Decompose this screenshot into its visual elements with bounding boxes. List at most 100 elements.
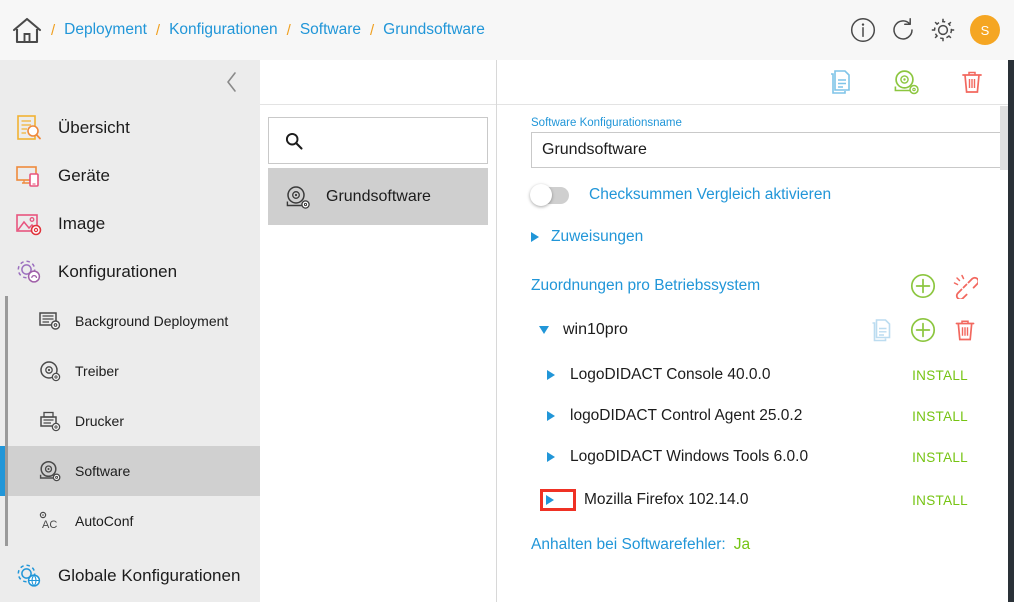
detail-panel: Software Konfigurationsname Checksummen … bbox=[497, 60, 1008, 602]
overview-icon bbox=[14, 113, 44, 143]
software-disk-icon bbox=[284, 184, 312, 210]
chevron-right-icon bbox=[547, 370, 555, 380]
configuration-name-input[interactable] bbox=[531, 132, 1001, 168]
sidebar-item-label: Image bbox=[58, 214, 106, 233]
list-panel-header bbox=[260, 60, 496, 105]
sidebar-item-background-deployment[interactable]: Background Deployment bbox=[0, 296, 260, 346]
sidebar-item-globale-konfigurationen[interactable]: Globale Konfigurationen bbox=[0, 552, 260, 600]
add-plus-icon[interactable] bbox=[910, 317, 936, 343]
breadcrumb-separator-1: / bbox=[155, 21, 161, 39]
breadcrumb-item-software[interactable]: Software bbox=[300, 21, 361, 39]
sidebar-item-label: Konfigurationen bbox=[58, 262, 178, 281]
window-edge bbox=[1008, 60, 1014, 602]
name-field-label: Software Konfigurationsname bbox=[531, 117, 682, 129]
add-plus-icon[interactable] bbox=[910, 273, 936, 299]
breadcrumb-separator-3: / bbox=[370, 21, 375, 39]
broken-link-icon[interactable] bbox=[952, 273, 978, 299]
search-input[interactable] bbox=[303, 132, 492, 149]
os-assignments-header: Zuordnungen pro Betriebssystem bbox=[531, 273, 994, 299]
sidebar-item-image[interactable]: Image bbox=[0, 200, 260, 248]
search-box[interactable] bbox=[268, 117, 492, 164]
breadcrumb-item-grundsoftware[interactable]: Grundsoftware bbox=[383, 21, 485, 39]
sidebar-item-label: Globale Konfigurationen bbox=[58, 566, 241, 585]
assignments-label: Zuweisungen bbox=[551, 228, 644, 245]
software-row[interactable]: LogoDIDACT Windows Tools 6.0.0 INSTALL bbox=[531, 448, 994, 466]
sidebar-item-geraete[interactable]: Geräte bbox=[0, 152, 260, 200]
software-row[interactable]: LogoDIDACT Console 40.0.0 INSTALL bbox=[531, 366, 994, 384]
software-expand-toggle[interactable] bbox=[547, 452, 570, 462]
stop-on-error-row: Anhalten bei Softwarefehler: Ja bbox=[531, 536, 994, 554]
stop-on-error-value: Ja bbox=[733, 536, 751, 553]
software-disk-icon bbox=[38, 459, 62, 483]
configurations-gear-icon bbox=[14, 257, 44, 287]
avatar[interactable]: S bbox=[970, 15, 1000, 45]
os-group-name: win10pro bbox=[563, 321, 628, 338]
detail-toolbar bbox=[497, 60, 1008, 105]
checksum-toggle-label: Checksummen Vergleich aktivieren bbox=[589, 186, 832, 203]
software-name: Mozilla Firefox 102.14.0 bbox=[584, 491, 749, 508]
gear-icon[interactable] bbox=[930, 17, 956, 43]
breadcrumb-separator-0: / bbox=[51, 21, 56, 39]
sidebar-item-drucker[interactable]: Drucker bbox=[0, 396, 260, 446]
background-deployment-icon bbox=[38, 309, 62, 333]
software-name: LogoDIDACT Console 40.0.0 bbox=[570, 366, 771, 383]
software-expand-toggle[interactable] bbox=[547, 411, 570, 421]
sidebar-item-label: Übersicht bbox=[58, 118, 130, 137]
chevron-right-icon bbox=[531, 232, 539, 242]
chevron-down-icon[interactable] bbox=[539, 326, 549, 334]
os-group-row[interactable]: win10pro bbox=[531, 317, 994, 343]
detail-toolbar-actions bbox=[826, 68, 1008, 96]
software-expand-toggle[interactable] bbox=[547, 370, 570, 380]
sidebar-item-treiber[interactable]: Treiber bbox=[0, 346, 260, 396]
breadcrumb-item-konfigurationen[interactable]: Konfigurationen bbox=[169, 21, 278, 39]
os-group-actions bbox=[868, 317, 994, 343]
software-state-badge: INSTALL bbox=[912, 408, 968, 424]
sidebar-item-autoconf[interactable]: AC AutoConf bbox=[0, 496, 260, 546]
software-name: logoDIDACT Control Agent 25.0.2 bbox=[570, 407, 803, 424]
checksum-toggle[interactable] bbox=[530, 183, 569, 206]
sidebar-item-konfigurationen[interactable]: Konfigurationen bbox=[0, 248, 260, 296]
refresh-icon[interactable] bbox=[890, 17, 916, 43]
sidebar: Übersicht Geräte Image Konfigurationen B… bbox=[0, 60, 260, 602]
os-assignments-title: Zuordnungen pro Betriebssystem bbox=[531, 277, 761, 294]
detail-form: Software Konfigurationsname Checksummen … bbox=[497, 105, 1008, 554]
top-bar-actions: S bbox=[850, 15, 1014, 45]
software-state-badge: INSTALL bbox=[912, 449, 968, 465]
os-assignments-actions bbox=[910, 273, 994, 299]
toggle-knob bbox=[530, 183, 552, 206]
software-row[interactable]: logoDIDACT Control Agent 25.0.2 INSTALL bbox=[531, 407, 994, 425]
sidebar-item-software[interactable]: Software bbox=[0, 446, 260, 496]
checksum-toggle-row: Checksummen Vergleich aktivieren bbox=[530, 183, 994, 206]
printer-icon bbox=[38, 409, 62, 433]
stop-on-error-label: Anhalten bei Softwarefehler: bbox=[531, 536, 726, 553]
list-item[interactable]: Grundsoftware bbox=[268, 168, 488, 225]
sidebar-subitem-label: Background Deployment bbox=[75, 313, 229, 329]
duplicate-icon[interactable] bbox=[826, 68, 854, 96]
assignments-section-toggle[interactable]: Zuweisungen bbox=[531, 228, 994, 246]
detail-scrollbar[interactable] bbox=[1000, 106, 1008, 602]
global-configurations-icon bbox=[14, 561, 44, 591]
delete-trash-icon[interactable] bbox=[958, 68, 986, 96]
delete-trash-icon[interactable] bbox=[952, 317, 978, 343]
breadcrumb-item-deployment[interactable]: Deployment bbox=[64, 21, 147, 39]
software-name: LogoDIDACT Windows Tools 6.0.0 bbox=[570, 448, 809, 465]
info-icon[interactable] bbox=[850, 17, 876, 43]
home-icon[interactable] bbox=[12, 16, 42, 44]
breadcrumb-separator-2: / bbox=[286, 21, 291, 39]
devices-icon bbox=[14, 161, 44, 191]
svg-text:AC: AC bbox=[42, 519, 57, 531]
duplicate-icon[interactable] bbox=[868, 317, 894, 343]
driver-disk-icon bbox=[38, 359, 62, 383]
sidebar-item-uebersicht[interactable]: Übersicht bbox=[0, 104, 260, 152]
software-expand-toggle[interactable] bbox=[540, 489, 576, 511]
breadcrumb: / Deployment / Konfigurationen / Softwar… bbox=[0, 16, 485, 44]
software-disk-icon[interactable] bbox=[892, 68, 920, 96]
sidebar-subgroup-konfigurationen: Background Deployment Treiber Drucker So… bbox=[0, 296, 260, 546]
scrollbar-thumb[interactable] bbox=[1000, 106, 1008, 170]
software-row[interactable]: Mozilla Firefox 102.14.0 INSTALL bbox=[531, 489, 994, 511]
sidebar-subitem-label: AutoConf bbox=[75, 513, 134, 529]
sidebar-item-label: Geräte bbox=[58, 166, 110, 185]
app-window: / Deployment / Konfigurationen / Softwar… bbox=[0, 0, 1014, 602]
chevron-right-icon bbox=[547, 452, 555, 462]
sidebar-collapse-button[interactable] bbox=[0, 60, 260, 104]
